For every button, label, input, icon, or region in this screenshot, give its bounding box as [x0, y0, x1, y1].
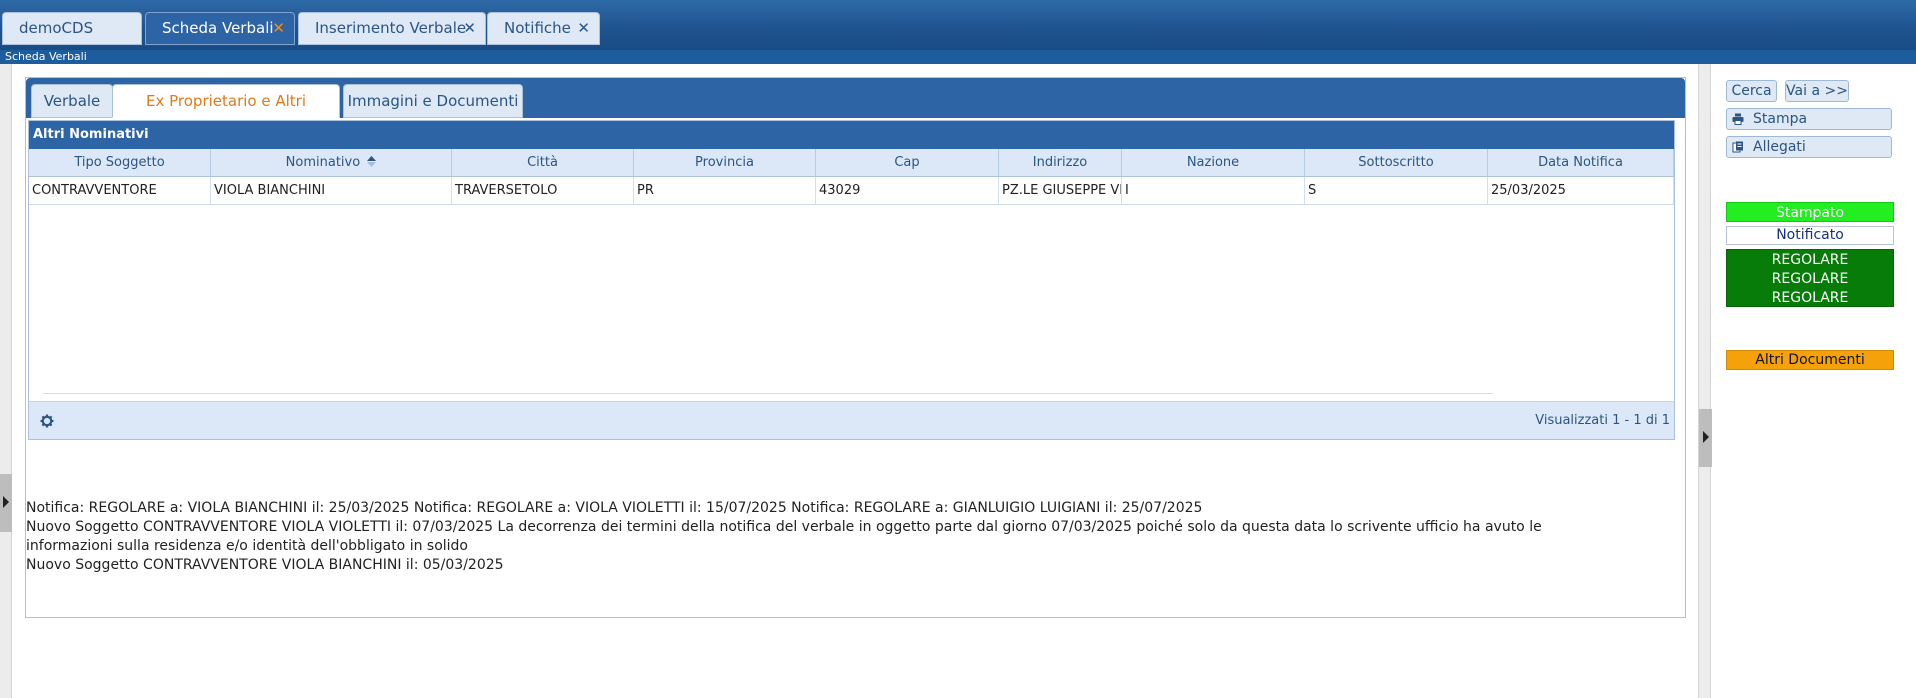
right-panel-handle[interactable] — [1698, 64, 1712, 698]
cell-data-notifica: 25/03/2025 — [1488, 177, 1674, 204]
column-header-nazione[interactable]: Nazione — [1122, 149, 1305, 176]
column-header-data-notifica[interactable]: Data Notifica — [1488, 149, 1674, 176]
tab-label: Verbale — [43, 92, 101, 110]
cell-tipo-soggetto: CONTRAVVENTORE — [29, 177, 211, 204]
cell-citta: TRAVERSETOLO — [452, 177, 634, 204]
button-label: Cerca — [1731, 83, 1772, 99]
status-regolare-line: REGOLARE — [1771, 252, 1849, 268]
cell-nominativo: VIOLA BIANCHINI — [211, 177, 452, 204]
button-label: Allegati — [1753, 139, 1806, 155]
expand-right-icon — [1703, 431, 1709, 443]
grid-caption: Altri Nominativi — [29, 121, 1674, 149]
notes-text: Notifica: REGOLARE a: VIOLA BIANCHINI il… — [26, 499, 1542, 575]
cell-sottoscritto: S — [1305, 177, 1488, 204]
inner-tab-strip: Verbale Ex Proprietario e Altri Soggetti… — [26, 78, 1685, 142]
vai-a-button[interactable]: Vai a >> — [1785, 80, 1849, 102]
tab-notifiche[interactable]: Notifiche ✕ — [487, 12, 600, 45]
grid-pager: Visualizzati 1 - 1 di 1 — [29, 401, 1674, 439]
cell-indirizzo: PZ.LE GIUSEPPE VERDI — [999, 177, 1122, 204]
tab-democds-home[interactable]: demoCDS Home — [2, 12, 142, 68]
column-header-label: Nominativo — [285, 155, 361, 170]
cell-provincia: PR — [634, 177, 816, 204]
note-line: Notifica: REGOLARE a: VIOLA BIANCHINI il… — [26, 500, 1203, 516]
stampa-button[interactable]: Stampa — [1726, 108, 1892, 130]
column-header-cap[interactable]: Cap — [816, 149, 999, 176]
button-label: Stampa — [1753, 111, 1808, 127]
column-header-citta[interactable]: Città — [452, 149, 634, 176]
allegati-button[interactable]: Allegati — [1726, 136, 1892, 158]
status-notificato: Notificato — [1726, 226, 1894, 245]
column-header-tipo-soggetto[interactable]: Tipo Soggetto — [29, 149, 211, 176]
button-label: Vai a >> — [1786, 83, 1848, 99]
column-header-nominativo[interactable]: Nominativo — [211, 149, 452, 176]
note-line: Nuovo Soggetto CONTRAVVENTORE VIOLA BIAN… — [26, 557, 504, 573]
sort-asc-icon — [367, 156, 377, 167]
close-icon[interactable]: ✕ — [272, 13, 285, 44]
tab-label: Immagini e Documenti — [347, 92, 519, 110]
status-regolare-line: REGOLARE — [1771, 271, 1849, 287]
attachment-icon — [1732, 141, 1743, 153]
altri-documenti-button[interactable]: Altri Documenti — [1726, 350, 1894, 370]
expand-right-icon — [3, 496, 9, 508]
top-tab-bar: demoCDS Home Scheda Verbali ✕ Inseriment… — [0, 0, 1916, 68]
column-header-indirizzo[interactable]: Indirizzo — [999, 149, 1122, 176]
note-line: Nuovo Soggetto CONTRAVVENTORE VIOLA VIOL… — [26, 519, 1542, 535]
breadcrumb: Scheda Verbali — [0, 50, 1916, 64]
altri-nominativi-grid: Altri Nominativi Tipo Soggetto Nominativ… — [28, 120, 1675, 440]
tab-label: Notifiche — [504, 19, 571, 37]
note-line: informazioni sulla residenza e/o identit… — [26, 538, 468, 554]
left-panel-handle[interactable] — [0, 64, 12, 698]
action-sidebar: Cerca Vai a >> Stampa Allegati Stampato … — [1712, 64, 1916, 698]
tab-verbale[interactable]: Verbale — [31, 84, 113, 118]
horizontal-scrollbar[interactable] — [43, 393, 1493, 394]
tab-label: Scheda Verbali — [162, 19, 274, 37]
close-icon[interactable]: ✕ — [463, 13, 476, 44]
gear-icon[interactable] — [40, 414, 54, 428]
close-icon[interactable]: ✕ — [577, 13, 590, 44]
status-regolare: REGOLARE REGOLARE REGOLARE — [1726, 249, 1894, 307]
main-panel: Verbale Ex Proprietario e Altri Soggetti… — [25, 77, 1686, 618]
printer-icon — [1732, 113, 1744, 125]
cell-nazione: I — [1122, 177, 1305, 204]
status-regolare-line: REGOLARE — [1771, 290, 1849, 306]
pager-info: Visualizzati 1 - 1 di 1 — [1535, 413, 1670, 428]
tab-label: Inserimento Verbale — [315, 19, 467, 37]
table-row[interactable]: CONTRAVVENTORE VIOLA BIANCHINI TRAVERSET… — [29, 177, 1674, 205]
grid-header-row: Tipo Soggetto Nominativo Città Provincia… — [29, 149, 1674, 177]
tab-immagini-documenti[interactable]: Immagini e Documenti — [343, 84, 523, 118]
tab-inserimento-verbale[interactable]: Inserimento Verbale ✕ — [298, 12, 486, 45]
cerca-button[interactable]: Cerca — [1726, 80, 1777, 102]
column-header-provincia[interactable]: Provincia — [634, 149, 816, 176]
tab-ex-proprietario[interactable]: Ex Proprietario e Altri Soggetti — [112, 84, 340, 142]
column-header-sottoscritto[interactable]: Sottoscritto — [1305, 149, 1488, 176]
tab-scheda-verbali[interactable]: Scheda Verbali ✕ — [145, 12, 295, 45]
status-stampato: Stampato — [1726, 202, 1894, 222]
cell-cap: 43029 — [816, 177, 999, 204]
